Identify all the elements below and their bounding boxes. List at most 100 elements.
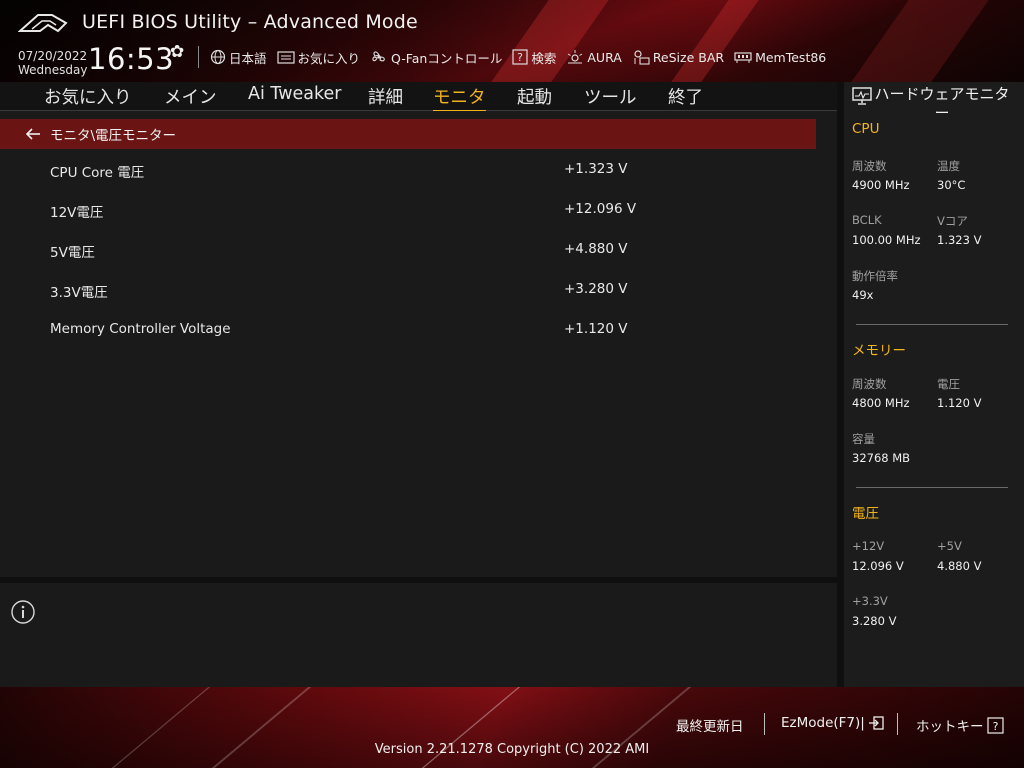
- header-toolbar: 日本語 お気に入り Q-Fanコントロール ? 検索 AURA ReSize B…: [210, 47, 826, 67]
- memory-icon: [734, 52, 752, 63]
- v5-label: +5V: [937, 539, 962, 553]
- favorites-button[interactable]: お気に入り: [276, 47, 361, 67]
- row-label: 3.3V電圧: [50, 285, 108, 301]
- cpu-freq-value: 4900 MHz: [852, 178, 910, 192]
- cpu-freq-label: 周波数: [852, 159, 887, 173]
- row-value: +3.280 V: [564, 281, 628, 297]
- last-modified-button[interactable]: 最終更新日: [676, 715, 744, 735]
- mem-cap-value: 32768 MB: [852, 451, 911, 465]
- row-value: +1.120 V: [564, 321, 628, 337]
- mem-volt-label: 電圧: [937, 377, 960, 391]
- tab-ai-tweaker[interactable]: Ai Tweaker: [248, 84, 341, 104]
- ezmode-label: EzMode(F7)|: [781, 715, 865, 731]
- tab-boot[interactable]: 起動: [517, 84, 552, 109]
- aura-icon: [568, 50, 583, 64]
- mem-freq-value: 4800 MHz: [852, 396, 910, 410]
- cpu-ratio-label: 動作倍率: [852, 269, 898, 283]
- help-icon: ?: [512, 49, 528, 65]
- resize-bar-label: ReSize BAR: [652, 49, 725, 65]
- cpu-temp-label: 温度: [937, 159, 960, 173]
- info-icon: [11, 600, 35, 624]
- header-bar: UEFI BIOS Utility – Advanced Mode 07/20/…: [0, 0, 1024, 82]
- row-value: +1.323 V: [564, 161, 628, 177]
- v12-label: +12V: [852, 539, 885, 553]
- weekday-text: Wednesday: [18, 63, 88, 77]
- row-value: +4.880 V: [564, 241, 628, 257]
- memory-section-title: メモリー: [852, 343, 906, 359]
- footer-bar: 最終更新日 EzMode(F7)| ホットキー ? Version 2.21.1…: [0, 687, 1024, 768]
- v33-value: 3.280 V: [852, 614, 897, 628]
- v12-value: 12.096 V: [852, 559, 904, 573]
- header-divider: [198, 46, 199, 68]
- breadcrumb: モニタ\電圧モニター: [0, 119, 816, 149]
- tab-monitor[interactable]: モニタ: [433, 84, 486, 112]
- hotkeys-button[interactable]: ホットキー ?: [916, 715, 1004, 735]
- aura-button[interactable]: AURA: [566, 47, 622, 67]
- rog-logo: [18, 14, 68, 33]
- favorites-label: お気に入り: [297, 50, 361, 66]
- mem-cap-label: 容量: [852, 432, 875, 446]
- voltage-row[interactable]: 5V電圧 +4.880 V: [0, 233, 816, 269]
- cpu-bclk-value: 100.00 MHz: [852, 233, 921, 247]
- resize-bar-button[interactable]: ReSize BAR: [632, 47, 724, 67]
- search-button[interactable]: ? 検索: [512, 47, 556, 67]
- tab-tool[interactable]: ツール: [584, 84, 637, 109]
- footer-divider: [897, 713, 898, 735]
- tab-favorites[interactable]: お気に入り: [44, 84, 132, 109]
- memtest-button[interactable]: MemTest86: [734, 47, 826, 67]
- row-label: 5V電圧: [50, 245, 95, 261]
- last-modified-label: 最終更新日: [676, 719, 744, 735]
- tab-main[interactable]: メイン: [164, 84, 217, 109]
- main-nav: お気に入り メイン Ai Tweaker 詳細 モニタ 起動 ツール 終了: [0, 82, 837, 112]
- language-button[interactable]: 日本語: [210, 47, 267, 67]
- cpu-section-title: CPU: [852, 121, 880, 137]
- mem-volt-value: 1.120 V: [937, 396, 982, 410]
- voltage-row[interactable]: CPU Core 電圧 +1.323 V: [0, 153, 816, 189]
- voltage-row[interactable]: Memory Controller Voltage +1.120 V: [0, 313, 816, 349]
- gear-icon[interactable]: ✿: [170, 42, 184, 62]
- cpu-vcore-label: Vコア: [937, 214, 968, 228]
- app-title: UEFI BIOS Utility – Advanced Mode: [82, 11, 418, 33]
- hardware-monitor-panel: ハードウェアモニター CPU 周波数 温度 4900 MHz 30°C BCLK…: [844, 82, 1024, 687]
- hwmon-header: ハードウェアモニター: [852, 85, 1020, 123]
- monitor-icon: [852, 87, 872, 105]
- date-display: 07/20/2022 Wednesday: [18, 49, 87, 77]
- svg-text:?: ?: [992, 720, 998, 733]
- voltage-row[interactable]: 3.3V電圧 +3.280 V: [0, 273, 816, 309]
- cpu-vcore-value: 1.323 V: [937, 233, 982, 247]
- breadcrumb-text: モニタ\電圧モニター: [50, 128, 177, 144]
- bookmark-icon: [276, 51, 295, 64]
- main-content: モニタ\電圧モニター CPU Core 電圧 +1.323 V 12V電圧 +1…: [0, 111, 837, 577]
- date-text: 07/20/2022: [18, 49, 88, 63]
- back-arrow-icon[interactable]: [24, 125, 42, 143]
- qfan-label: Q-Fanコントロール: [391, 50, 503, 66]
- cpu-temp-value: 30°C: [937, 178, 966, 192]
- exit-arrow-icon: [868, 716, 884, 730]
- section-divider: [856, 324, 1008, 325]
- row-label: CPU Core 電圧: [50, 165, 145, 181]
- row-value: +12.096 V: [564, 201, 637, 217]
- cpu-ratio-value: 49x: [852, 288, 874, 302]
- qfan-button[interactable]: Q-Fanコントロール: [370, 47, 502, 67]
- clock-display: 16:53: [88, 42, 175, 76]
- resize-bar-icon: [634, 50, 650, 65]
- svg-text:?: ?: [517, 51, 523, 64]
- mem-freq-label: 周波数: [852, 377, 887, 391]
- aura-label: AURA: [587, 49, 622, 65]
- v5-value: 4.880 V: [937, 559, 982, 573]
- language-label: 日本語: [229, 50, 267, 66]
- version-text: Version 2.21.1278 Copyright (C) 2022 AMI: [374, 742, 650, 757]
- search-label: 検索: [531, 50, 557, 66]
- help-description-panel: [0, 583, 837, 687]
- section-divider: [856, 487, 1008, 488]
- hotkeys-label: ホットキー: [916, 719, 984, 735]
- globe-icon: [210, 49, 226, 65]
- tab-exit[interactable]: 終了: [668, 84, 703, 109]
- tab-advanced[interactable]: 詳細: [368, 84, 403, 109]
- row-label: 12V電圧: [50, 205, 104, 221]
- voltage-row[interactable]: 12V電圧 +12.096 V: [0, 193, 816, 229]
- cpu-bclk-label: BCLK: [852, 213, 882, 227]
- fan-icon: [372, 51, 385, 62]
- memtest-label: MemTest86: [755, 49, 827, 65]
- ezmode-button[interactable]: EzMode(F7)|: [781, 715, 884, 731]
